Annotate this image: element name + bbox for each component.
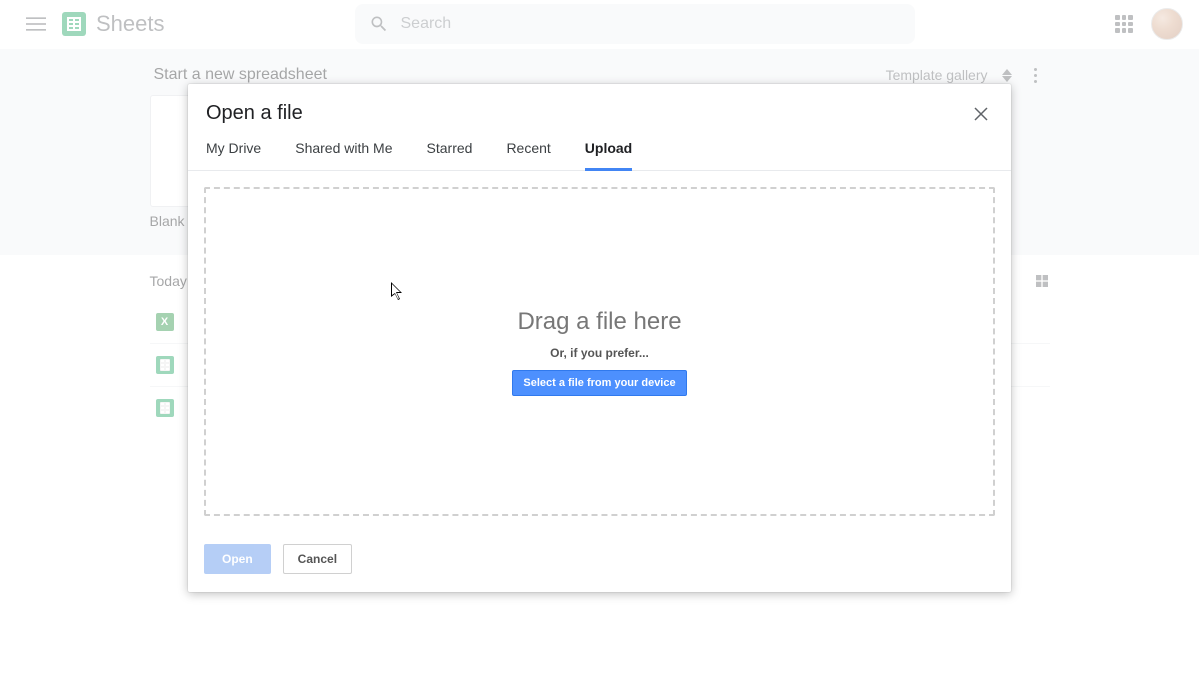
open-button[interactable]: Open (204, 544, 271, 574)
dropzone-subtitle: Or, if you prefer... (550, 346, 649, 360)
dropzone-title: Drag a file here (517, 308, 681, 336)
tab-upload[interactable]: Upload (585, 140, 632, 171)
dialog-tabs: My Drive Shared with Me Starred Recent U… (188, 126, 1011, 171)
tab-my-drive[interactable]: My Drive (206, 140, 261, 170)
select-file-button[interactable]: Select a file from your device (512, 370, 686, 396)
open-file-dialog: Open a file My Drive Shared with Me Star… (188, 84, 1011, 592)
tab-recent[interactable]: Recent (506, 140, 550, 170)
tab-shared-with-me[interactable]: Shared with Me (295, 140, 392, 170)
tab-starred[interactable]: Starred (427, 140, 473, 170)
close-button[interactable] (969, 102, 993, 126)
cancel-button[interactable]: Cancel (283, 544, 352, 574)
upload-dropzone[interactable]: Drag a file here Or, if you prefer... Se… (204, 187, 995, 516)
close-icon (974, 107, 988, 121)
dialog-title: Open a file (206, 102, 303, 125)
